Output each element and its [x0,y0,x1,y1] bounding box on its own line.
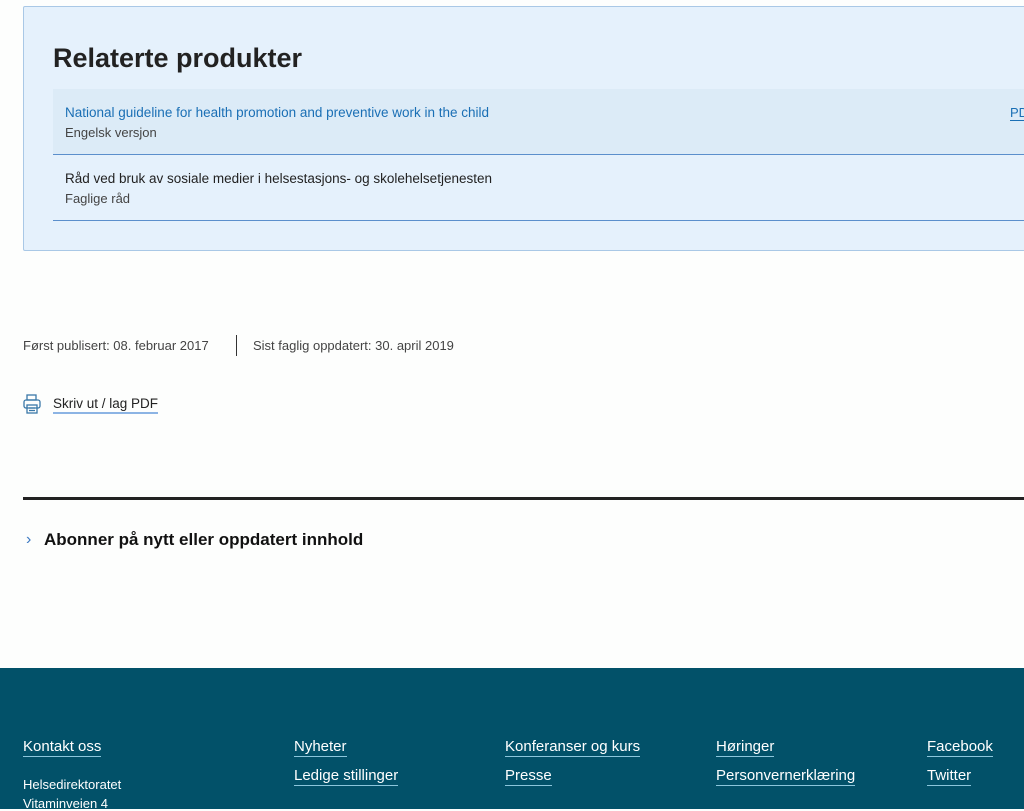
related-item-title[interactable]: Råd ved bruk av sosiale medier i helsest… [65,171,492,186]
printer-icon[interactable] [23,394,41,419]
print-pdf-link[interactable]: Skriv ut / lag PDF [53,396,159,414]
footer-link-twitter[interactable]: Twitter [927,767,972,786]
footer-link[interactable]: Konferanser og kurs [505,738,641,757]
subscribe-toggle[interactable]: Abonner på nytt eller oppdatert innhold [44,530,363,550]
section-divider [23,497,1024,500]
meta-divider [236,335,237,356]
published-date: Først publisert: 08. februar 2017 [23,338,209,353]
footer-link-contact[interactable]: Kontakt oss [23,738,102,757]
footer-link[interactable]: Presse [505,767,552,786]
footer-link[interactable]: Høringer [716,738,775,757]
related-item-title[interactable]: National guideline for health promotion … [65,105,489,120]
related-item-subtitle: Faglige råd [65,191,131,206]
footer-link[interactable]: Ledige stillinger [294,767,399,786]
footer: Kontakt oss Helsedirektoratet Vitaminvei… [0,668,1024,811]
footer-org: Helsedirektoratet [23,777,122,792]
pdf-badge[interactable]: PDF [1010,105,1024,121]
footer-link[interactable]: Personvernerklæring [716,767,856,786]
related-item-subtitle: Engelsk versjon [65,125,157,140]
related-item[interactable]: Råd ved bruk av sosiale medier i helsest… [53,155,1024,221]
related-item[interactable]: National guideline for health promotion … [53,89,1024,155]
footer-link[interactable]: Nyheter [294,738,347,757]
footer-link-facebook[interactable]: Facebook [927,738,993,757]
related-products-title: Relaterte produkter [53,43,303,73]
chevron-right-icon[interactable]: › [26,531,31,549]
related-products-panel: Relaterte produkter National guideline f… [23,6,1024,251]
updated-date: Sist faglig oppdatert: 30. april 2019 [253,338,454,353]
